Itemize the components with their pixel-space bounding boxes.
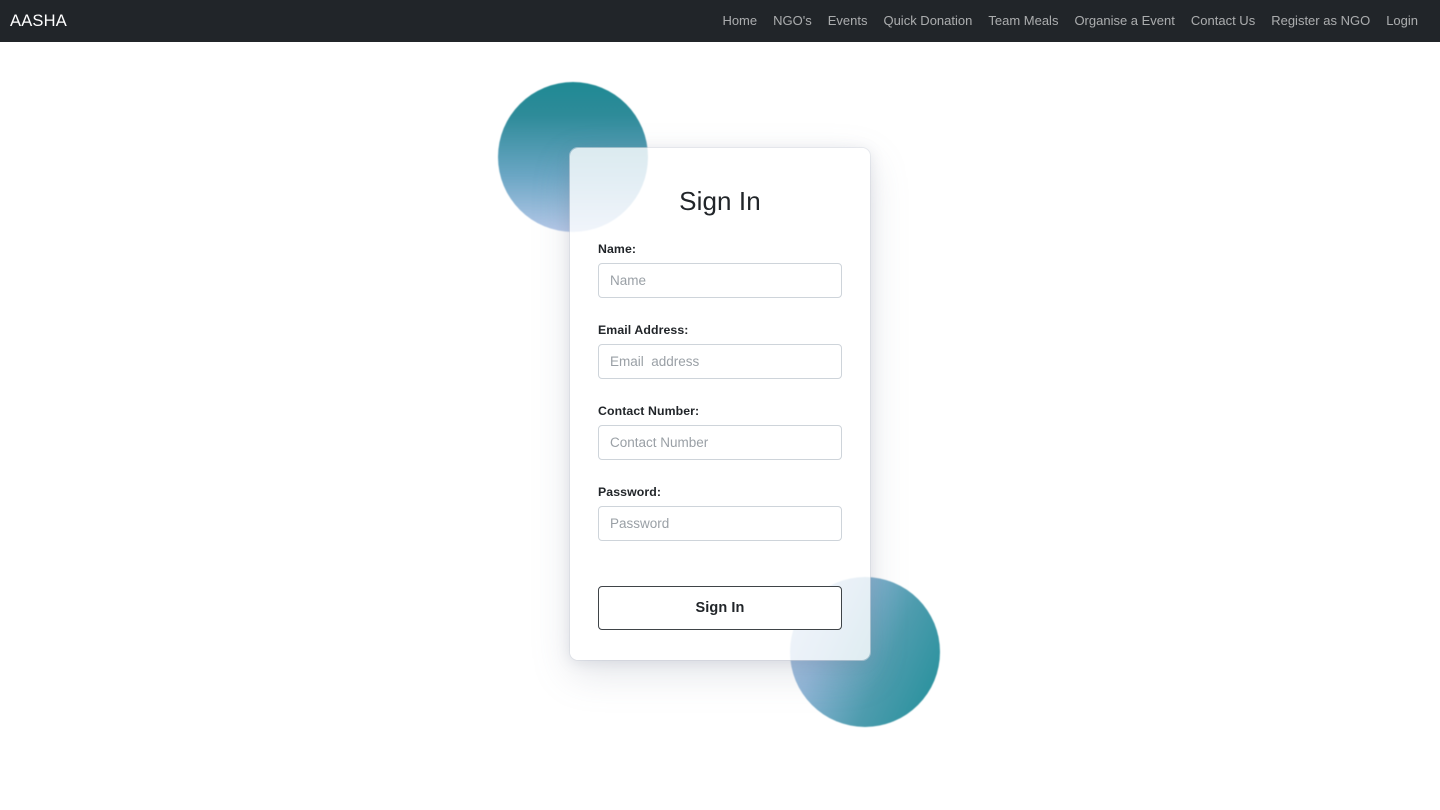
nav-link-organise-a-event[interactable]: Organise a Event: [1066, 0, 1182, 42]
top-navbar: AASHA Home NGO's Events Quick Donation T…: [0, 0, 1440, 42]
field-label-email: Email Address:: [598, 323, 689, 337]
sign-in-card: Sign In Name: Email Address: Contact Num…: [570, 148, 870, 660]
nav-links: Home NGO's Events Quick Donation Team Me…: [714, 0, 1426, 42]
nav-link-events[interactable]: Events: [820, 0, 876, 42]
sign-in-button[interactable]: Sign In: [598, 586, 842, 630]
nav-link-ngos[interactable]: NGO's: [765, 0, 820, 42]
page-stage: Sign In Name: Email Address: Contact Num…: [0, 42, 1440, 810]
name-input[interactable]: [598, 263, 842, 298]
contact-number-input[interactable]: [598, 425, 842, 460]
nav-link-register-as-ngo[interactable]: Register as NGO: [1263, 0, 1378, 42]
nav-link-team-meals[interactable]: Team Meals: [980, 0, 1066, 42]
nav-link-home[interactable]: Home: [714, 0, 765, 42]
nav-link-quick-donation[interactable]: Quick Donation: [875, 0, 980, 42]
brand-logo[interactable]: AASHA: [10, 12, 67, 31]
nav-link-login[interactable]: Login: [1378, 0, 1426, 42]
field-email: Email Address:: [598, 298, 842, 379]
field-contact-number: Contact Number:: [598, 379, 842, 460]
field-label-name: Name:: [598, 242, 637, 256]
field-label-contact-number: Contact Number:: [598, 404, 700, 418]
submit-row: Sign In: [598, 541, 842, 630]
page-title: Sign In: [679, 186, 761, 216]
field-password: Password:: [598, 460, 842, 541]
field-label-password: Password:: [598, 485, 662, 499]
email-input[interactable]: [598, 344, 842, 379]
nav-link-contact-us[interactable]: Contact Us: [1183, 0, 1263, 42]
field-name: Name:: [598, 217, 842, 298]
password-input[interactable]: [598, 506, 842, 541]
